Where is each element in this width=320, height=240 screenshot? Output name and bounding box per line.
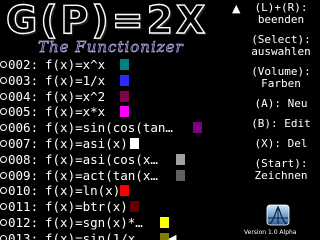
function-row[interactable]: 002: f(x)=x^x — [0, 57, 232, 73]
app-subtitle: The Functionizer — [38, 38, 184, 57]
function-list: 002: f(x)=x^x 003: f(x)=1/x 004: f(x)=x^2 005:… — [0, 57, 232, 240]
function-id: 009: — [0, 168, 38, 184]
function-row[interactable]: 009: f(x)=act(tan(x… — [0, 168, 232, 184]
color-swatch[interactable] — [130, 137, 139, 149]
function-row[interactable]: 007: f(x)=asi(x) — [0, 136, 232, 152]
function-expression: f(x)=ln(x) — [45, 183, 121, 199]
help-group: (Volume): Farben — [242, 66, 320, 90]
controls-help: (L)+(R): beenden (Select): auswahlen (Volume… — [242, 2, 320, 190]
graph-logo-icon — [266, 204, 290, 226]
help-line: Zeichnen — [254, 169, 308, 182]
function-id: 010: — [0, 183, 38, 199]
function-expression: f(x)=act(tan(x… — [45, 167, 158, 183]
function-expression: f(x)=sgn(x)*… — [45, 214, 143, 230]
function-row[interactable]: 008: f(x)=asi(cos(x… — [0, 152, 232, 168]
color-swatch[interactable] — [120, 90, 129, 102]
function-id: 008: — [0, 152, 38, 168]
color-swatch[interactable] — [160, 216, 169, 228]
help-line: (A): Neu — [254, 97, 308, 110]
function-row[interactable]: 012: f(x)=sgn(x)*… — [0, 215, 232, 231]
function-expression: f(x)=asi(x) — [45, 135, 128, 151]
function-id: 013: — [0, 231, 38, 240]
version-label: Version 1.0 Alpha — [244, 229, 297, 236]
function-expression: f(x)=asi(cos(x… — [45, 151, 158, 167]
color-swatch[interactable] — [176, 153, 185, 165]
function-id: 005: — [0, 104, 38, 120]
function-expression: f(x)=1/x — [45, 72, 106, 88]
color-swatch[interactable] — [120, 106, 129, 118]
color-swatch[interactable] — [193, 122, 202, 134]
color-swatch[interactable] — [176, 169, 185, 181]
help-group: (B): Edit — [242, 118, 320, 130]
selection-arrow-icon: ◀ — [168, 231, 177, 240]
help-group: (Select): auswahlen — [242, 34, 320, 58]
function-id: 007: — [0, 136, 38, 152]
app-title: G(P)=2X — [5, 0, 209, 42]
function-row[interactable]: 006: f(x)=sin(cos(tan… — [0, 120, 232, 136]
function-id: 006: — [0, 120, 38, 136]
help-group: (X): Del — [242, 138, 320, 150]
color-swatch[interactable] — [130, 201, 139, 213]
help-line: Farben — [261, 77, 301, 90]
function-expression: f(x)=x*x — [45, 104, 106, 120]
function-id: 011: — [0, 199, 38, 215]
function-id: 003: — [0, 73, 38, 89]
help-line: beenden — [257, 13, 305, 26]
function-expression: f(x)=x^x — [45, 57, 106, 72]
help-group: (L)+(R): beenden — [242, 2, 320, 26]
help-group: (A): Neu — [242, 98, 320, 110]
help-line: (B): Edit — [251, 117, 311, 130]
function-row[interactable]: 004: f(x)=x^2 — [0, 89, 232, 105]
function-id: 004: — [0, 89, 38, 105]
function-row[interactable]: 013: f(x)=sin(1/x… ◀ — [0, 231, 232, 240]
function-id: 002: — [0, 57, 38, 73]
help-line: auswahlen — [251, 45, 311, 58]
function-expression: f(x)=x^2 — [45, 88, 106, 104]
help-group: (Start): Zeichnen — [242, 158, 320, 182]
function-expression: f(x)=sin(cos(tan… — [45, 120, 173, 136]
function-id: 012: — [0, 215, 38, 231]
color-swatch[interactable] — [120, 74, 129, 86]
color-swatch[interactable] — [120, 59, 129, 70]
function-row[interactable]: 011: f(x)=btr(x) — [0, 199, 232, 215]
scroll-up-icon[interactable]: ▲ — [232, 2, 240, 15]
function-expression: f(x)=btr(x) — [45, 199, 128, 215]
function-row[interactable]: 010: f(x)=ln(x) — [0, 183, 232, 199]
functionizer-screen: G(P)=2X The Functionizer ▲ (L)+(R): beend… — [0, 0, 320, 240]
function-row[interactable]: 005: f(x)=x*x — [0, 104, 232, 120]
function-row[interactable]: 003: f(x)=1/x — [0, 73, 232, 89]
help-line: (X): Del — [254, 137, 308, 150]
function-expression: f(x)=sin(1/x… — [45, 230, 143, 240]
color-swatch[interactable] — [120, 185, 129, 197]
